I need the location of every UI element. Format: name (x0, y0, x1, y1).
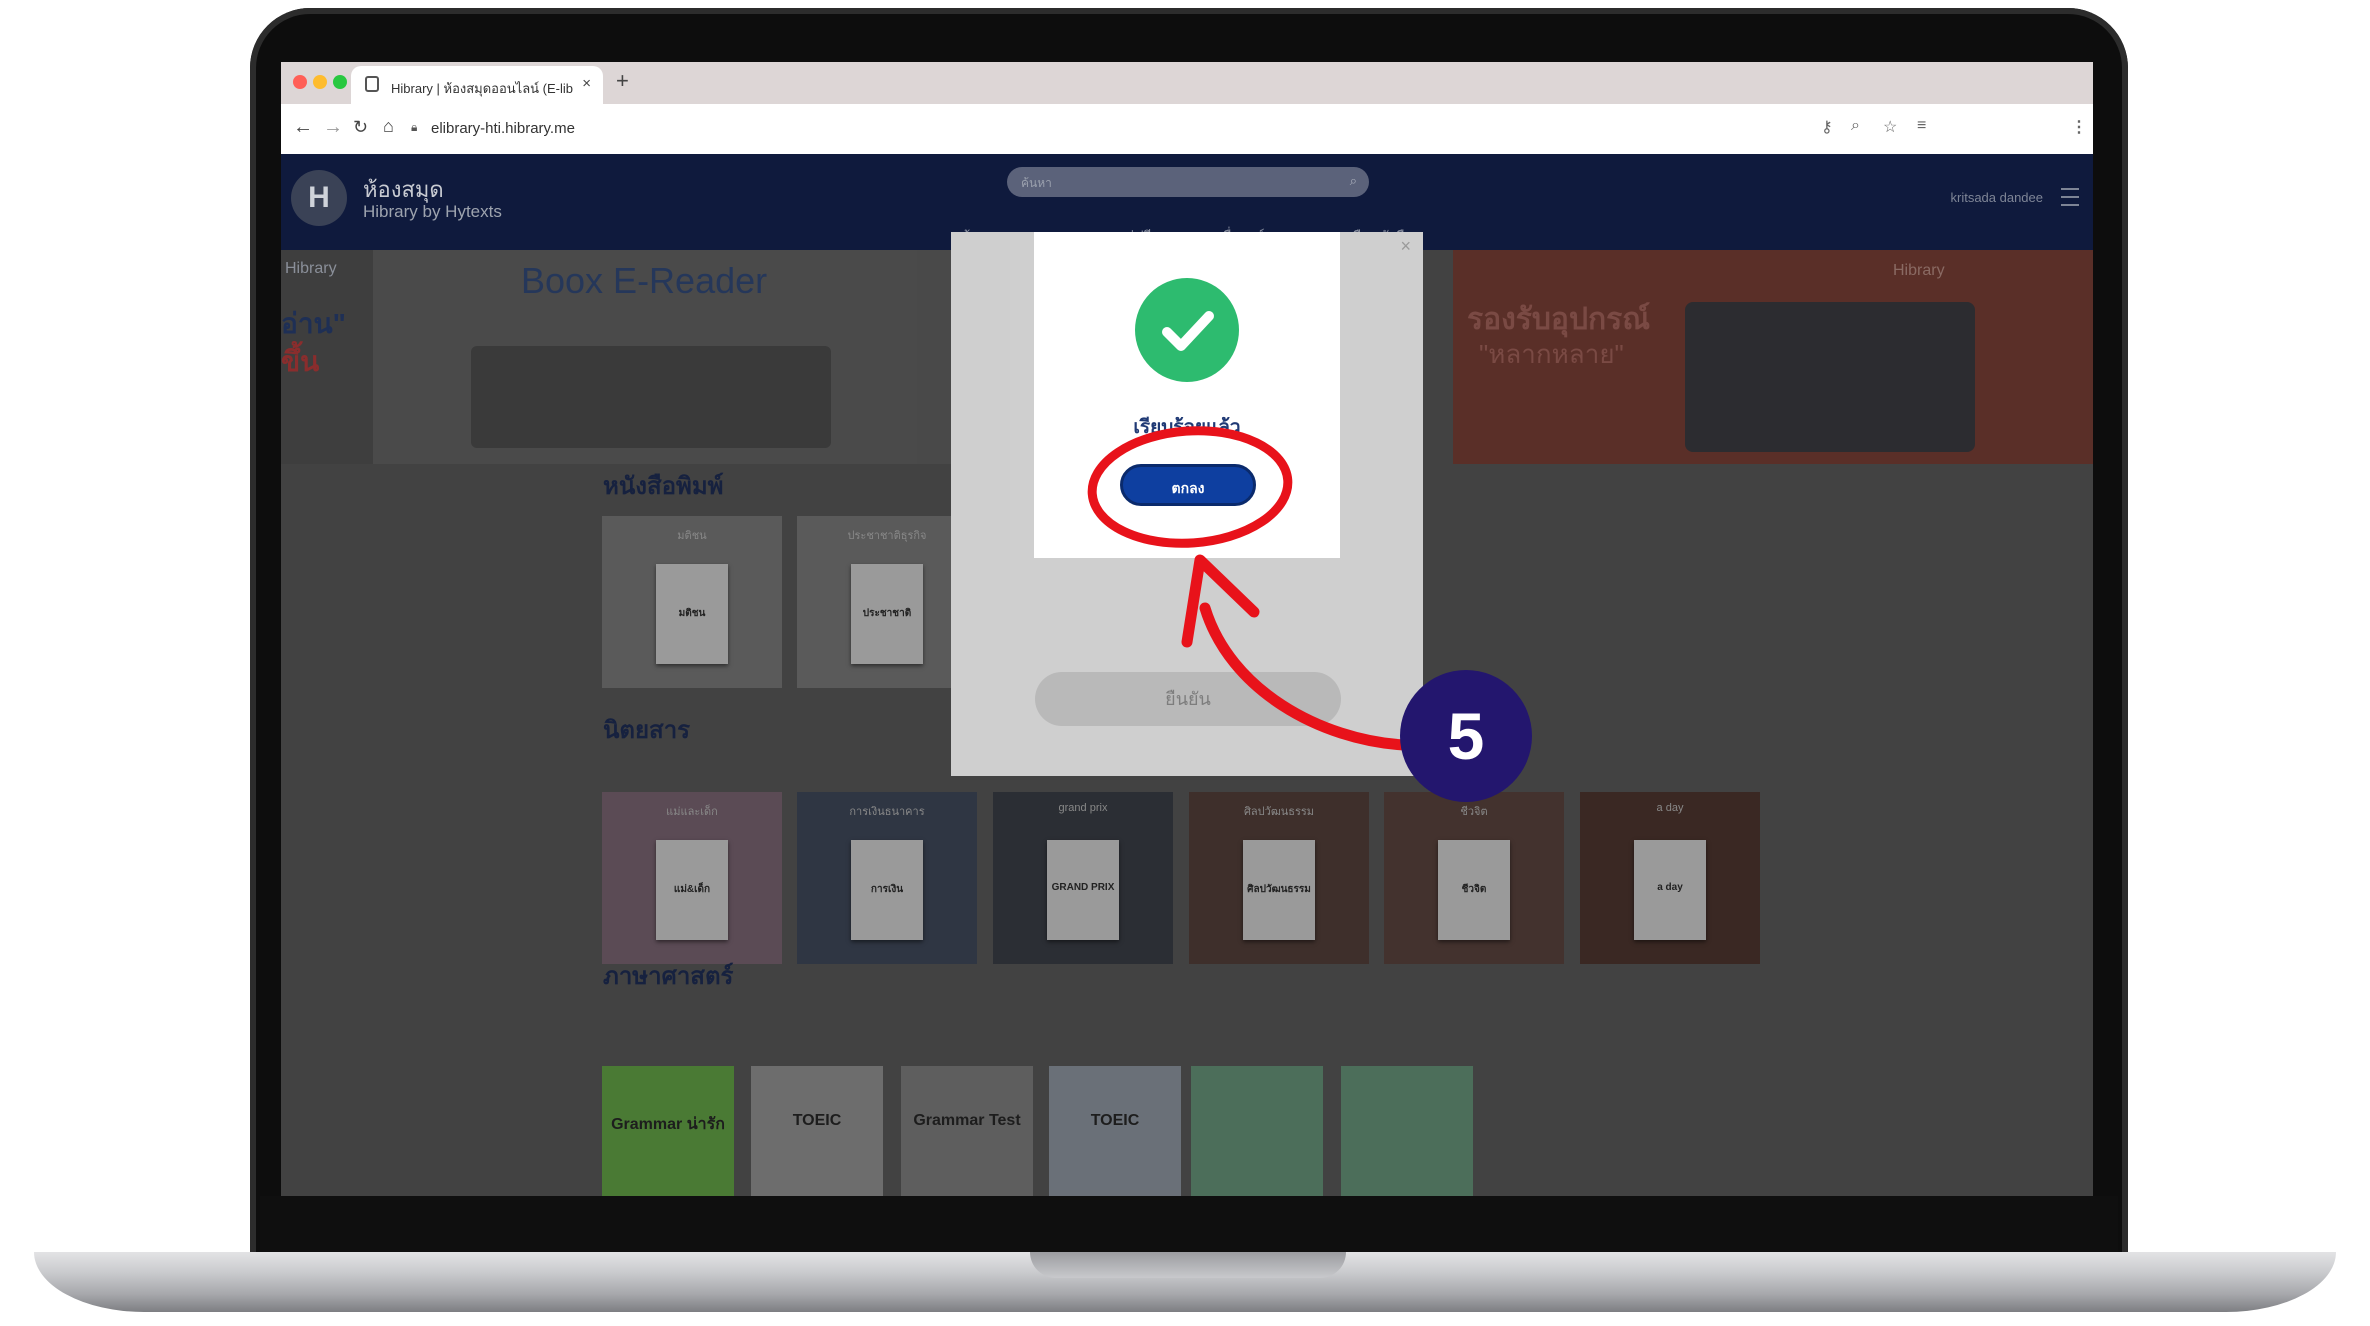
language-book[interactable]: TOEIC (1049, 1066, 1181, 1196)
cover-image: การเงิน (851, 840, 923, 940)
book-title: Grammar น่ารัก (611, 1116, 725, 1133)
banner-right-brand: Hibrary (1893, 262, 1945, 279)
newspaper-card[interactable]: มติชน มติชน (602, 516, 782, 688)
hamburger-menu-icon[interactable] (2061, 188, 2079, 206)
browser-tab-bar: Hibrary | ห้องสมุดออนไลน์ (E-lib × + (281, 62, 2093, 104)
magazine-card[interactable]: grand prix GRAND PRIX (993, 792, 1173, 964)
lock-icon: 🔒︎ (411, 120, 418, 134)
book-title: TOEIC (792, 1112, 842, 1129)
magazine-card[interactable]: ชีวจิต ชีวจิต (1384, 792, 1564, 964)
laptop-chin (260, 1196, 2118, 1256)
cover-image: ชีวจิต (1438, 840, 1510, 940)
key-icon[interactable]: ⚷ (1821, 117, 1833, 137)
card-label: ชีวจิต (1460, 806, 1488, 818)
forward-icon[interactable]: → (323, 116, 343, 139)
close-window-button[interactable] (293, 75, 307, 89)
section-title-magazines: นิตยสาร (603, 717, 691, 744)
new-tab-button[interactable]: + (616, 68, 629, 94)
book-title: TOEIC (1090, 1112, 1140, 1129)
language-book[interactable]: Grammar น่ารัก (602, 1066, 734, 1196)
section-title-language: ภาษาศาสตร์ (603, 963, 734, 990)
url-field[interactable]: elibrary-hti.hibrary.me (431, 120, 575, 137)
card-label: การเงินธนาคาร (849, 806, 925, 818)
devices-image (1685, 302, 1975, 452)
newspaper-card[interactable]: ประชาชาติธุรกิจ ประชาชาติ (797, 516, 977, 688)
success-message: เรียบร้อยแล้ว (1133, 417, 1241, 438)
language-book[interactable]: TOEIC (751, 1066, 883, 1196)
language-book[interactable]: Grammar Test (901, 1066, 1033, 1196)
success-dialog: เรียบร้อยแล้ว ตกลง (1034, 232, 1340, 558)
minimize-window-button[interactable] (313, 75, 327, 89)
ereader-devices-image (471, 346, 831, 448)
tab-close-icon[interactable]: × (582, 75, 591, 92)
language-book[interactable] (1191, 1066, 1323, 1196)
browser-menu-icon[interactable]: ⋮ (2071, 117, 2087, 137)
magazine-card[interactable]: ศิลปวัฒนธรรม ศิลปวัฒนธรรม (1189, 792, 1369, 964)
banner-left-brand: Hibrary (285, 260, 337, 277)
ok-button[interactable]: ตกลง (1120, 464, 1256, 506)
reading-list-icon[interactable]: ≡ (1917, 117, 1926, 135)
browser-tab[interactable]: Hibrary | ห้องสมุดออนไลน์ (E-lib × (351, 66, 603, 104)
banner-right-subtitle: "หลากหลาย" (1479, 339, 1624, 369)
success-check-icon (1135, 278, 1239, 382)
confirm-button[interactable]: ยืนยัน (1035, 672, 1341, 726)
bookmark-star-icon[interactable]: ☆ (1883, 117, 1897, 137)
card-label: a day (1656, 802, 1684, 814)
hibrary-favicon-icon (365, 76, 379, 92)
step-number-badge: 5 (1400, 670, 1532, 802)
zoom-icon[interactable]: ⌕ (1851, 117, 1860, 135)
magazine-card[interactable]: a day a day (1580, 792, 1760, 964)
language-book[interactable] (1341, 1066, 1473, 1196)
card-label: มติชน (677, 530, 707, 542)
address-bar: ← → ↻ ⌂ 🔒︎ elibrary-hti.hibrary.me ⚷ ⌕ ☆… (281, 104, 2093, 155)
banner-boox[interactable]: Boox E-Reader (373, 250, 917, 464)
back-icon[interactable]: ← (293, 116, 313, 139)
user-name[interactable]: kritsada dandee (1950, 190, 2043, 205)
cover-image: a day (1634, 840, 1706, 940)
card-label: ประชาชาติธุรกิจ (847, 530, 927, 542)
close-icon[interactable]: × (1400, 236, 1411, 257)
home-icon[interactable]: ⌂ (383, 116, 394, 137)
book-title: Grammar Test (913, 1112, 1021, 1129)
search-placeholder: ค้นหา (1021, 176, 1052, 190)
search-icon[interactable]: ⌕ (1350, 173, 1357, 189)
card-label: grand prix (1058, 802, 1108, 814)
cover-image: GRAND PRIX (1047, 840, 1119, 940)
banner-devices[interactable]: รองรับอุปกรณ์ "หลากหลาย" Hibrary (1453, 250, 2093, 464)
cover-image: ประชาชาติ (851, 564, 923, 664)
search-input[interactable]: ค้นหา ⌕ (1007, 167, 1369, 197)
brand-subtitle: Hibrary by Hytexts (363, 202, 502, 221)
cover-image: แม่&เด็ก (656, 840, 728, 940)
card-label: ศิลปวัฒนธรรม (1243, 806, 1315, 818)
magazine-card[interactable]: การเงินธนาคารการเงิน (797, 792, 977, 964)
card-label: แม่และเด็ก (666, 806, 718, 818)
cover-image: ศิลปวัฒนธรรม (1243, 840, 1315, 940)
magazine-card[interactable]: แม่และเด็กแม่&เด็ก (602, 792, 782, 964)
hibrary-logo[interactable]: H (291, 170, 347, 226)
banner-main-title: Boox E-Reader (521, 260, 768, 301)
reload-icon[interactable]: ↻ (353, 117, 368, 138)
tab-title: Hibrary | ห้องสมุดออนไลน์ (E-lib (391, 81, 574, 96)
maximize-window-button[interactable] (333, 75, 347, 89)
banner-left-text-2: ขึ้น (281, 346, 320, 377)
screen: Hibrary | ห้องสมุดออนไลน์ (E-lib × + ← →… (281, 62, 2093, 1196)
cover-image: มติชน (656, 564, 728, 664)
laptop-notch (1030, 1252, 1346, 1278)
section-title-newspapers: หนังสือพิมพ์ (603, 473, 724, 500)
banner-left[interactable]: Hibrary อ่าน" ขึ้น (281, 250, 373, 464)
